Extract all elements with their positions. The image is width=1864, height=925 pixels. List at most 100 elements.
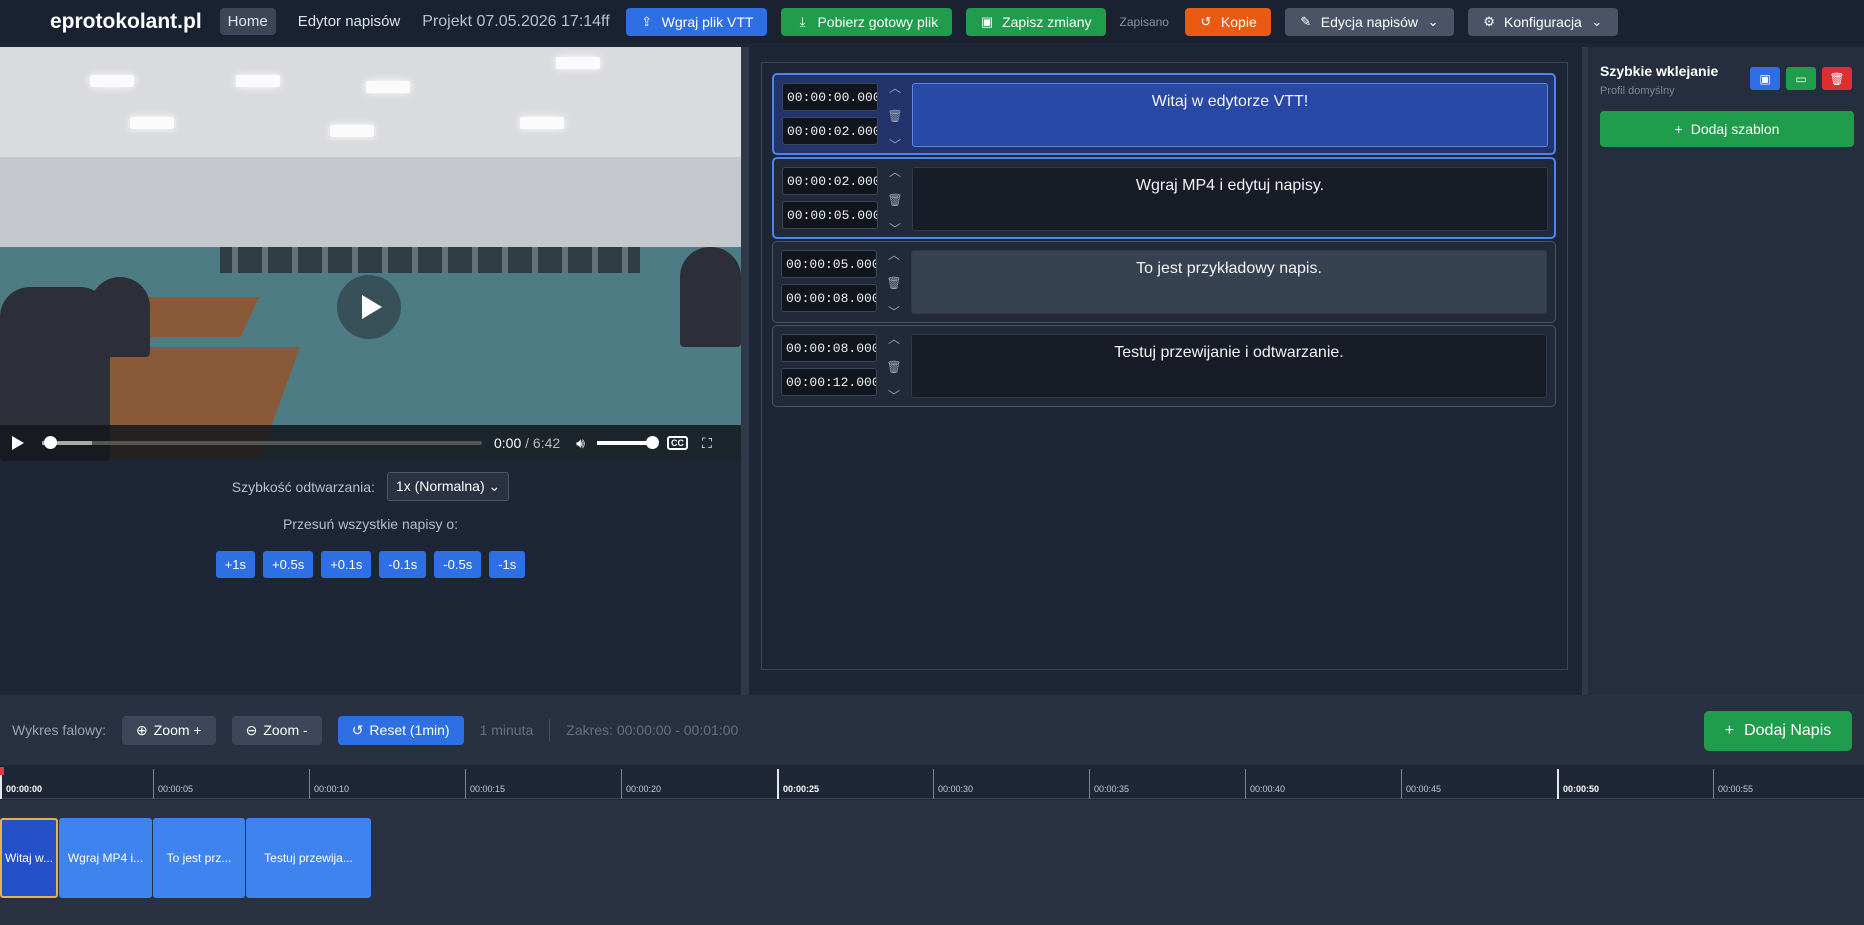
add-subtitle-button[interactable]: + Dodaj Napis bbox=[1704, 711, 1852, 751]
chevron-down-icon[interactable]: ﹀ bbox=[889, 136, 901, 153]
timeline-segment[interactable]: To jest prz... bbox=[153, 818, 245, 898]
cue-actions: ︿ 🗑︎ ﹀ bbox=[886, 330, 901, 404]
duration: / 6:42 bbox=[525, 435, 561, 451]
video-frame-person bbox=[680, 247, 741, 347]
chevron-down-icon: ⌄ bbox=[1591, 13, 1603, 29]
cue-text-area[interactable]: To jest przykładowy napis. bbox=[911, 250, 1547, 314]
panel-resize-handle[interactable] bbox=[741, 47, 749, 695]
video-frame-ceiling bbox=[0, 47, 741, 157]
video-progress-bar[interactable] bbox=[42, 436, 482, 449]
captions-icon[interactable]: CC bbox=[667, 436, 688, 450]
open-profile-button[interactable]: ▭ bbox=[1786, 67, 1816, 90]
backups-button[interactable]: ↺ Kopie bbox=[1184, 7, 1271, 36]
video-frame-audience bbox=[220, 247, 640, 273]
trash-icon: 🗑︎ bbox=[1829, 71, 1845, 86]
cue-end-input[interactable]: 00:00:08.000 bbox=[781, 284, 877, 312]
timeline-playhead[interactable] bbox=[0, 767, 4, 775]
visible-range: Zakres: 00:00:00 - 00:01:00 bbox=[566, 722, 739, 738]
ruler-tick: 00:00:10 bbox=[309, 769, 349, 799]
upload-vtt-button[interactable]: ⇪ Wgraj plik VTT bbox=[625, 7, 768, 36]
cue-item[interactable]: 00:00:00.000 00:00:02.000 ︿ 🗑︎ ﹀ Witaj w e… bbox=[772, 73, 1556, 155]
add-template-label: Dodaj szablon bbox=[1690, 121, 1780, 137]
ruler-tick: 00:00:45 bbox=[1401, 769, 1441, 799]
cue-start-input[interactable]: 00:00:05.000 bbox=[781, 250, 877, 278]
subtitle-edit-label: Edycja napisów bbox=[1320, 13, 1419, 30]
fullscreen-icon[interactable]: ⛶ bbox=[702, 435, 712, 452]
reset-zoom-button[interactable]: ↺ Reset (1min) bbox=[337, 715, 464, 745]
cue-item[interactable]: 00:00:05.000 00:00:08.000 ︿ 🗑︎ ﹀ To jest p… bbox=[772, 241, 1556, 323]
toolbar-divider bbox=[549, 719, 551, 741]
delete-profile-button[interactable]: 🗑︎ bbox=[1822, 67, 1852, 90]
nav-subtitle-editor[interactable]: Edytor napisów bbox=[290, 8, 409, 35]
volume-icon[interactable]: 🔊︎ bbox=[576, 435, 585, 452]
video-player[interactable] bbox=[0, 47, 741, 461]
timeline-segment[interactable]: Testuj przewija... bbox=[246, 818, 371, 898]
progress-knob[interactable] bbox=[44, 436, 57, 449]
play-icon[interactable] bbox=[12, 436, 24, 450]
gear-icon: ⚙ bbox=[1483, 13, 1495, 29]
trash-icon[interactable]: 🗑︎ bbox=[886, 276, 901, 290]
shift-plus-0.1s-button[interactable]: +0.1s bbox=[321, 551, 372, 578]
quick-paste-actions: ▣ ▭ 🗑︎ bbox=[1750, 67, 1852, 90]
zoom-in-button[interactable]: ⊕ Zoom + bbox=[122, 715, 216, 745]
shift-plus-0.5s-button[interactable]: +0.5s bbox=[263, 551, 314, 578]
speed-select[interactable]: 1x (Normalna) ⌄ bbox=[386, 472, 510, 501]
ruler-tick: 00:00:30 bbox=[933, 769, 973, 799]
cue-text-area[interactable]: Wgraj MP4 i edytuj napisy. bbox=[912, 167, 1548, 231]
chevron-down-icon[interactable]: ﹀ bbox=[889, 220, 901, 237]
edit-icon: ✎ bbox=[1300, 13, 1312, 29]
nav-home[interactable]: Home bbox=[219, 8, 276, 35]
waveform-toolbar: Wykres falowy: ⊕ Zoom + ⊖ Zoom - ↺ Reset (1… bbox=[0, 695, 1864, 765]
download-file-label: Pobierz gotowy plik bbox=[817, 13, 939, 30]
play-icon bbox=[361, 295, 382, 319]
video-frame-person bbox=[90, 277, 150, 357]
ruler-tick: 00:00:35 bbox=[1089, 769, 1129, 799]
add-template-button[interactable]: + Dodaj szablon bbox=[1600, 111, 1854, 147]
reset-zoom-label: Reset (1min) bbox=[369, 722, 450, 738]
cue-start-input[interactable]: 00:00:08.000 bbox=[781, 334, 877, 362]
chevron-up-icon[interactable]: ︿ bbox=[888, 330, 900, 347]
save-profile-button[interactable]: ▣ bbox=[1750, 67, 1780, 90]
chevron-down-icon[interactable]: ﹀ bbox=[888, 387, 900, 404]
ruler-tick: 00:00:50 bbox=[1557, 769, 1599, 799]
volume-slider[interactable] bbox=[597, 436, 659, 449]
cue-text-area[interactable]: Witaj w edytorze VTT! bbox=[912, 83, 1548, 147]
trash-icon[interactable]: 🗑︎ bbox=[887, 193, 902, 207]
project-title: Projekt 07.05.2026 17:14ff bbox=[422, 12, 610, 30]
chevron-up-icon[interactable]: ︿ bbox=[889, 79, 901, 96]
config-dropdown[interactable]: ⚙ Konfiguracja ⌄ bbox=[1468, 7, 1618, 36]
volume-knob[interactable] bbox=[646, 436, 659, 449]
big-play-button[interactable] bbox=[337, 275, 401, 339]
cue-start-input[interactable]: 00:00:02.000 bbox=[782, 167, 878, 195]
shift-label: Przesuń wszystkie napisy o: bbox=[282, 516, 459, 532]
chevron-up-icon[interactable]: ︿ bbox=[889, 163, 901, 180]
subtitle-edit-dropdown[interactable]: ✎ Edycja napisów ⌄ bbox=[1284, 7, 1455, 36]
shift-minus-0.1s-button[interactable]: -0.1s bbox=[379, 551, 427, 578]
zoom-in-label: Zoom + bbox=[153, 722, 202, 738]
waveform-label: Wykres falowy: bbox=[12, 722, 107, 738]
cue-end-input[interactable]: 00:00:05.000 bbox=[782, 201, 878, 229]
cue-item[interactable]: 00:00:02.000 00:00:05.000 ︿ 🗑︎ ﹀ Wgraj MP4… bbox=[772, 157, 1556, 239]
cue-end-input[interactable]: 00:00:12.000 bbox=[781, 368, 877, 396]
download-file-button[interactable]: ⤓ Pobierz gotowy plik bbox=[781, 7, 953, 36]
shift-plus-1s-button[interactable]: +1s bbox=[215, 551, 256, 578]
video-frame-light bbox=[330, 125, 374, 137]
chevron-up-icon[interactable]: ︿ bbox=[888, 246, 900, 263]
trash-icon[interactable]: 🗑︎ bbox=[886, 360, 901, 374]
zoom-out-button[interactable]: ⊖ Zoom - bbox=[231, 715, 322, 745]
plus-icon: + bbox=[1674, 121, 1683, 137]
cue-start-input[interactable]: 00:00:00.000 bbox=[782, 83, 878, 111]
cue-end-input[interactable]: 00:00:02.000 bbox=[782, 117, 878, 145]
shift-minus-1s-button[interactable]: -1s bbox=[489, 551, 526, 578]
timeline-ruler[interactable]: 00:00:00 00:00:05 00:00:10 00:00:15 00:0… bbox=[0, 765, 1864, 799]
cue-text-area[interactable]: Testuj przewijanie i odtwarzanie. bbox=[911, 334, 1547, 398]
shift-minus-0.5s-button[interactable]: -0.5s bbox=[434, 551, 482, 578]
save-changes-button[interactable]: ▣ Zapisz zmiany bbox=[966, 7, 1106, 36]
zoom-scale: 1 minuta bbox=[479, 722, 534, 738]
timeline-segment[interactable]: Witaj w... bbox=[0, 818, 58, 898]
chevron-down-icon[interactable]: ﹀ bbox=[888, 303, 900, 320]
timeline-segment[interactable]: Wgraj MP4 i... bbox=[59, 818, 152, 898]
brand-logo[interactable]: eprotokolant.pl bbox=[50, 10, 202, 34]
cue-item[interactable]: 00:00:08.000 00:00:12.000 ︿ 🗑︎ ﹀ Testuj pr… bbox=[772, 325, 1556, 407]
trash-icon[interactable]: 🗑︎ bbox=[887, 109, 902, 123]
